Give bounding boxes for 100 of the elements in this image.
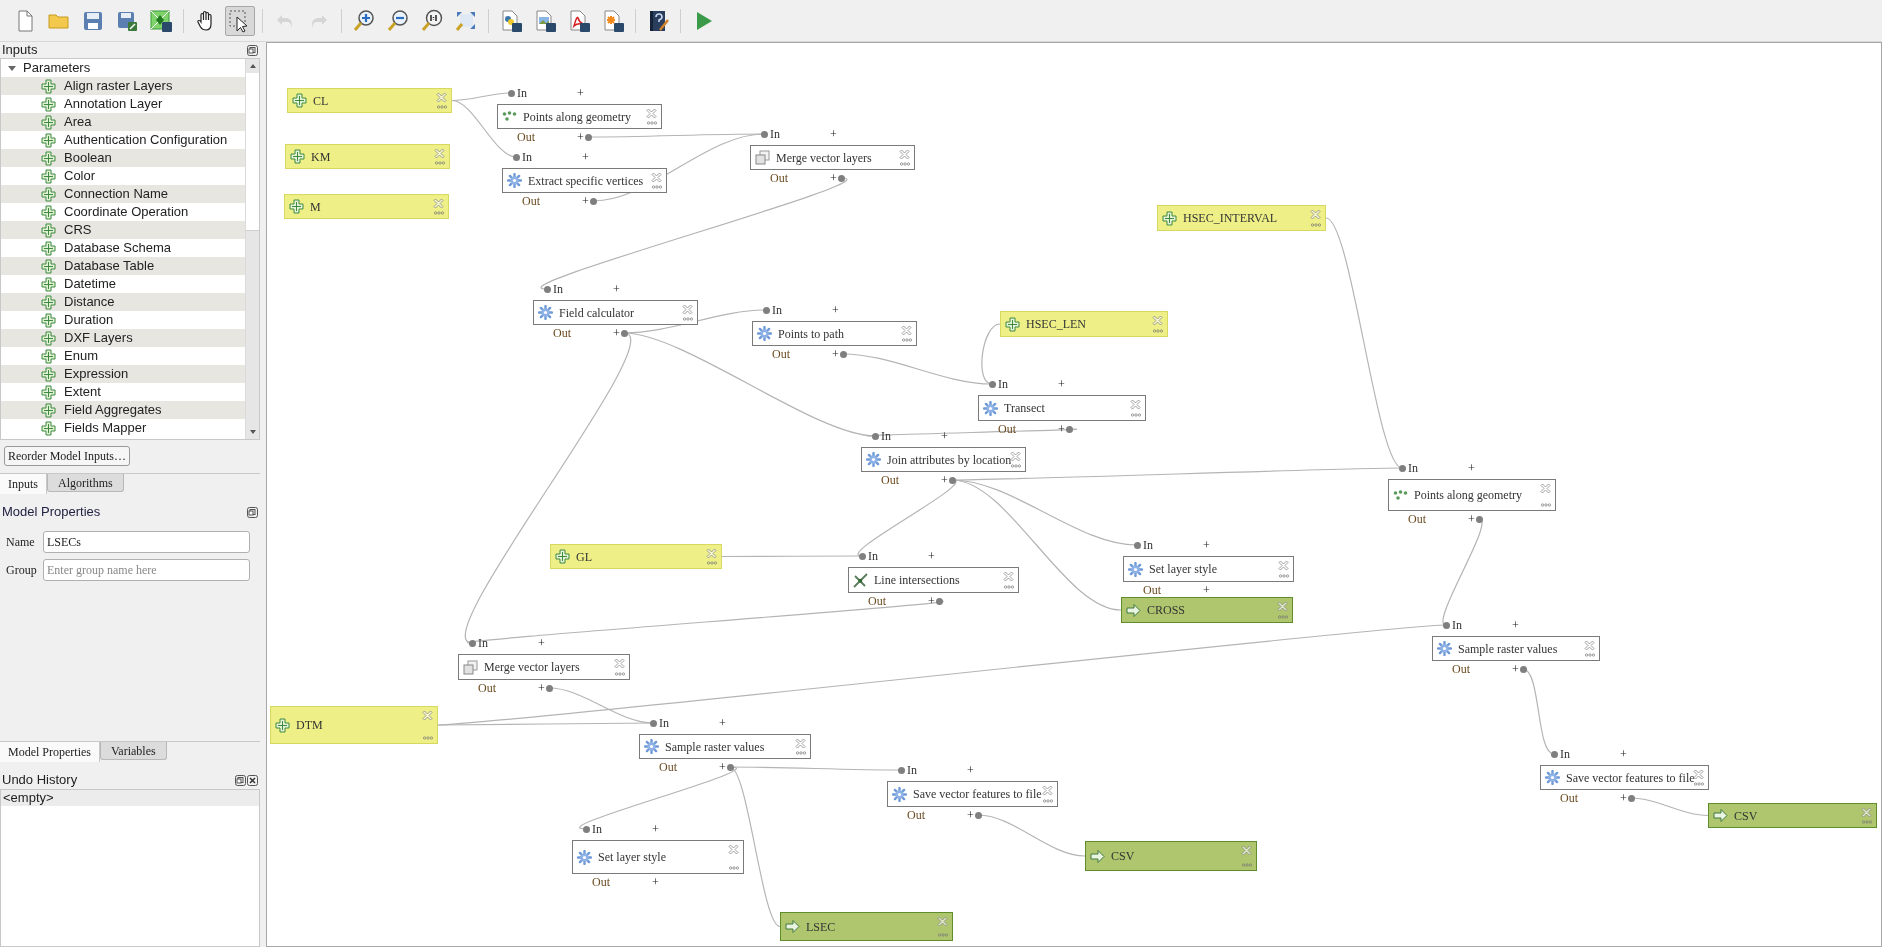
more-options-icon[interactable] [796, 751, 806, 755]
expand-button[interactable]: + [719, 760, 726, 774]
tab[interactable]: Variables [100, 742, 167, 760]
expand-button[interactable]: + [577, 86, 584, 100]
more-options-icon[interactable] [435, 161, 445, 165]
expand-button[interactable]: + [1468, 461, 1475, 475]
more-options-icon[interactable] [1585, 653, 1595, 657]
more-options-icon[interactable] [729, 866, 739, 870]
expand-button[interactable]: + [941, 429, 948, 443]
algorithm-node[interactable]: Points along geometry [497, 104, 662, 129]
parameter-list-item[interactable]: Authentication Configuration [64, 130, 228, 150]
parameter-list-item[interactable]: CRS [64, 220, 92, 240]
expand-button[interactable]: + [967, 808, 974, 822]
more-options-icon[interactable] [1278, 615, 1288, 619]
restore-icon[interactable] [235, 774, 246, 786]
more-options-icon[interactable] [1242, 863, 1252, 867]
parameter-list-item[interactable]: Area [64, 112, 92, 132]
expand-button[interactable]: + [613, 282, 620, 296]
expand-button[interactable]: + [928, 594, 935, 608]
algorithm-node[interactable]: Field calculator [533, 300, 698, 325]
expand-button[interactable]: + [1468, 512, 1475, 526]
input-node[interactable]: DTM [270, 706, 438, 744]
more-options-icon[interactable] [900, 162, 910, 166]
expand-button[interactable]: + [582, 194, 589, 208]
more-options-icon[interactable] [615, 672, 625, 676]
input-node[interactable]: CL [287, 88, 452, 113]
tab[interactable]: Model Properties [0, 742, 100, 762]
expand-button[interactable]: + [1203, 538, 1210, 552]
parameter-list-item[interactable]: Coordinate Operation [64, 202, 189, 222]
more-options-icon[interactable] [652, 185, 662, 189]
expand-button[interactable]: + [967, 763, 974, 777]
input-node[interactable]: HSEC_INTERVAL [1157, 205, 1326, 231]
input-node[interactable]: M [284, 194, 449, 219]
expand-button[interactable]: + [538, 681, 545, 695]
more-options-icon[interactable] [938, 933, 948, 937]
parameter-list-item[interactable]: Fields Mapper [64, 418, 147, 438]
expand-button[interactable]: + [832, 347, 839, 361]
expand-button[interactable]: + [538, 636, 545, 650]
algorithm-node[interactable]: Points to path [752, 321, 917, 346]
reorder-inputs-button[interactable]: Reorder Model Inputs… [4, 446, 130, 466]
expand-button[interactable]: + [719, 716, 726, 730]
expand-button[interactable]: + [1512, 662, 1519, 676]
expand-button[interactable]: + [830, 171, 837, 185]
tab[interactable]: Algorithms [47, 474, 124, 492]
parameter-list-item[interactable]: Enum [64, 346, 98, 366]
more-options-icon[interactable] [707, 561, 717, 565]
algorithm-node[interactable]: Sample raster values [639, 734, 811, 759]
algorithm-node[interactable]: Join attributes by location [861, 447, 1026, 472]
algorithm-node[interactable]: Save vector features to file [1540, 765, 1709, 790]
algorithm-node[interactable]: Points along geometry [1388, 479, 1556, 511]
more-options-icon[interactable] [437, 105, 447, 109]
expand-button[interactable]: + [941, 473, 948, 487]
expand-button[interactable]: + [928, 549, 935, 563]
select-button[interactable] [225, 5, 255, 36]
parameter-list-item[interactable]: Color [64, 166, 96, 186]
expand-button[interactable]: + [652, 875, 659, 889]
input-node[interactable]: KM [285, 144, 450, 169]
expand-button[interactable]: + [577, 130, 584, 144]
expand-button[interactable]: + [1058, 422, 1065, 436]
more-options-icon[interactable] [1131, 413, 1141, 417]
expand-button[interactable]: + [830, 127, 837, 141]
algorithm-node[interactable]: Line intersections [848, 567, 1019, 593]
scrollbar[interactable] [245, 59, 259, 439]
expand-button[interactable]: + [1620, 791, 1627, 805]
more-options-icon[interactable] [1862, 820, 1872, 824]
more-options-icon[interactable] [1694, 782, 1704, 786]
undo-list-item[interactable]: <empty> [1, 790, 259, 806]
expand-button[interactable]: + [1058, 377, 1065, 391]
more-options-icon[interactable] [902, 338, 912, 342]
parameter-list-item[interactable]: Database Schema [64, 238, 171, 258]
expand-button[interactable]: + [1203, 583, 1210, 597]
restore-icon[interactable] [247, 506, 258, 518]
tab[interactable]: Inputs [0, 474, 47, 494]
input-field[interactable]: LSECs [43, 531, 250, 553]
more-options-icon[interactable] [647, 121, 657, 125]
expand-button[interactable]: + [1620, 747, 1627, 761]
more-options-icon[interactable] [1541, 503, 1551, 507]
algorithm-node[interactable]: Merge vector layers [458, 654, 630, 680]
more-options-icon[interactable] [423, 736, 433, 740]
algorithm-node[interactable]: Set layer style [1123, 556, 1294, 582]
close-icon[interactable] [247, 774, 258, 786]
expand-button[interactable]: + [652, 822, 659, 836]
algorithm-node[interactable]: Transect [978, 395, 1146, 421]
output-node[interactable]: CSV [1708, 803, 1877, 828]
parameter-list-item[interactable]: Annotation Layer [64, 94, 163, 114]
algorithm-node[interactable]: Sample raster values [1432, 636, 1600, 661]
parameter-list-item[interactable]: Extent [64, 382, 101, 402]
parameter-list-item[interactable]: Duration [64, 310, 114, 330]
parameter-list-item[interactable]: Datetime [64, 274, 117, 294]
more-options-icon[interactable] [1279, 574, 1289, 578]
input-node[interactable]: HSEC_LEN [1000, 311, 1168, 337]
output-node[interactable]: CSV [1085, 841, 1257, 871]
algorithm-node[interactable]: Extract specific vertices [502, 168, 667, 193]
expand-button[interactable]: + [582, 150, 589, 164]
output-node[interactable]: LSEC [780, 912, 953, 941]
more-options-icon[interactable] [1004, 585, 1014, 589]
more-options-icon[interactable] [1011, 464, 1021, 468]
expand-button[interactable]: + [613, 326, 620, 340]
collapse-arrow-icon[interactable] [7, 63, 17, 73]
restore-icon[interactable] [247, 44, 258, 56]
